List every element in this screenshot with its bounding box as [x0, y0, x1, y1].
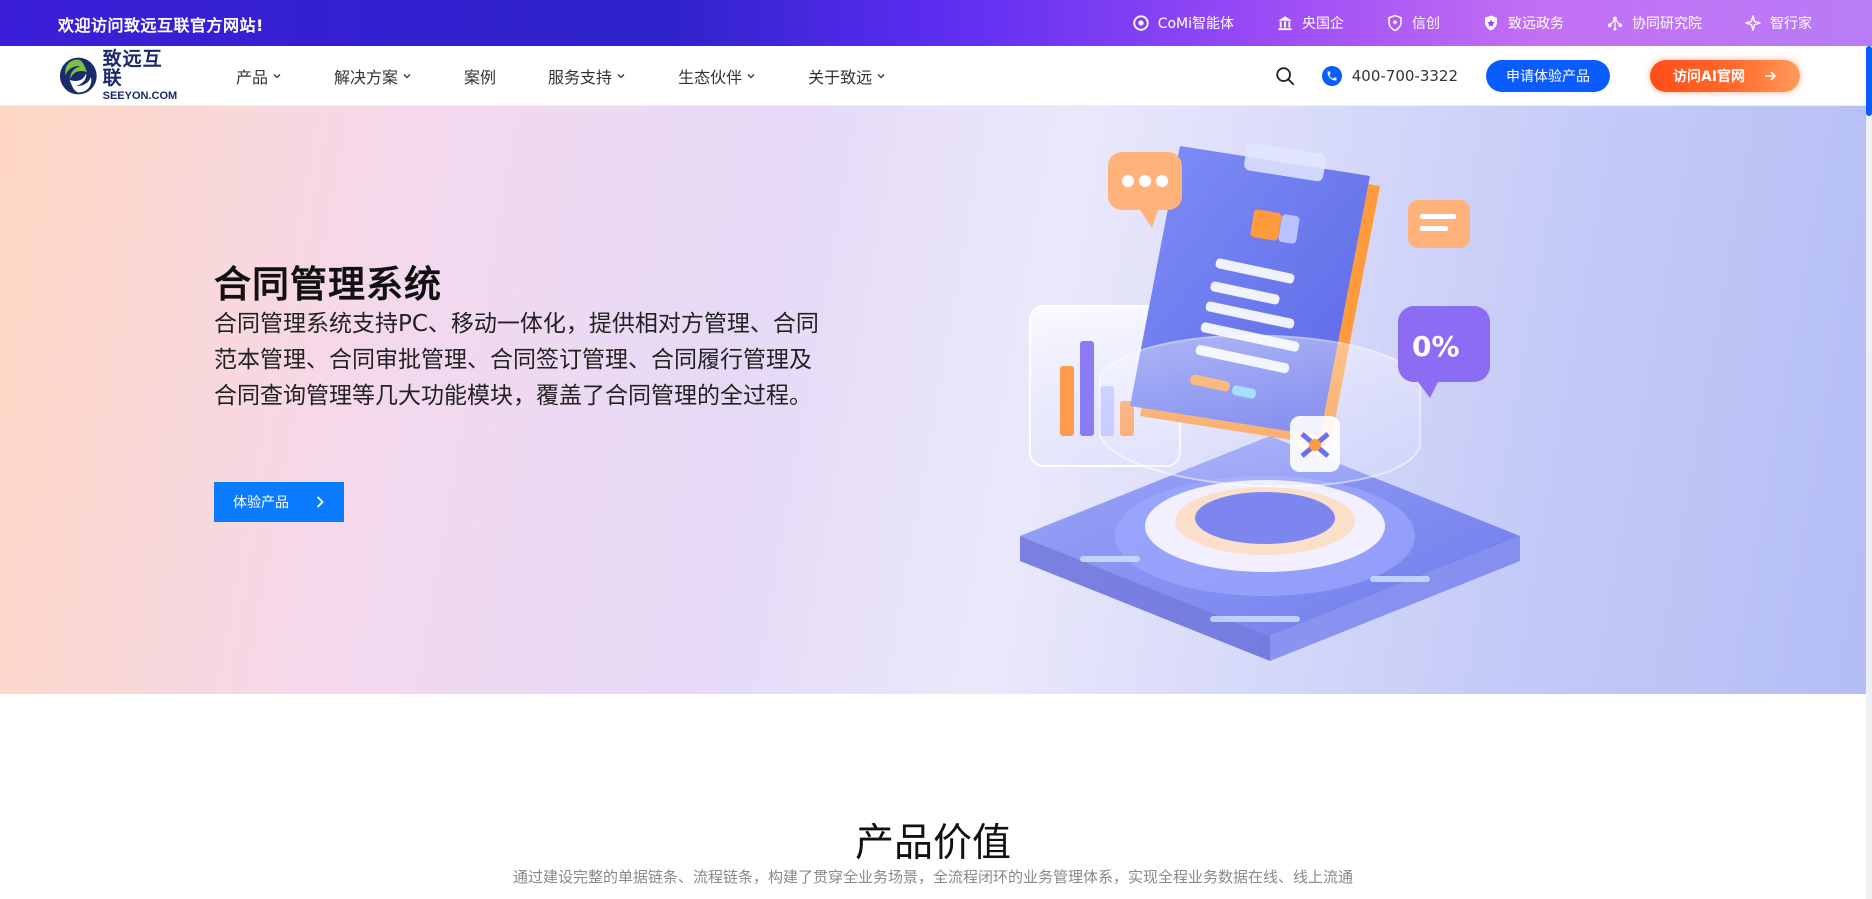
network-icon: [1607, 16, 1623, 31]
section-title: 产品价值: [854, 821, 1011, 866]
topbar-link-soe[interactable]: 央国企: [1276, 13, 1344, 33]
chevron-down-icon: [617, 74, 625, 79]
menu-item-products[interactable]: 产品: [236, 64, 282, 88]
product-value-section: 产品价值 通过建设完整的单据链条、流程链条，构建了贯穿全业务场景，全流程闭环的业…: [0, 694, 1866, 899]
topbar-link-gov[interactable]: 致远政务: [1482, 13, 1564, 33]
topbar-link-xinchuang[interactable]: 信创: [1386, 13, 1440, 33]
chevron-down-icon: [403, 74, 411, 79]
logo-name-cn: 致远互联: [102, 48, 163, 89]
comi-icon: [1133, 15, 1149, 31]
menu-item-support[interactable]: 服务支持: [548, 64, 626, 88]
menu-item-about[interactable]: 关于致远: [808, 64, 886, 88]
menu-item-label: 生态伙伴: [678, 68, 743, 87]
topbar-link-zhixingjia[interactable]: 智行家: [1744, 13, 1812, 33]
menu-item-label: 关于致远: [808, 68, 873, 87]
menu-item-label: 解决方案: [334, 68, 399, 87]
nav-actions: 400-700-3322 申请体验产品 访问AI官网: [1274, 46, 1800, 106]
page-scrollbar[interactable]: [1866, 46, 1872, 899]
logo-text: 致远互联 SEEYON.COM: [103, 50, 180, 102]
topbar-link-comi[interactable]: CoMi智能体: [1132, 13, 1234, 33]
main-navigation: 致远互联 SEEYON.COM 产品 解决方案 案例 服务支持 生态伙伴 关于致…: [0, 46, 1872, 106]
building-icon: [1278, 16, 1292, 31]
chat-bubble-orange-right: [1408, 200, 1470, 248]
site-logo[interactable]: 致远互联 SEEYON.COM: [58, 50, 180, 102]
chevron-down-icon: [747, 74, 755, 79]
top-announcement-bar: 欢迎访问致远互联官方网站! CoMi智能体 央国企 信创 致远政务 协同研究院 …: [0, 0, 1872, 46]
topbar-link-label: 信创: [1412, 16, 1440, 32]
apply-trial-button[interactable]: 申请体验产品: [1486, 60, 1610, 92]
hero-banner: 合同管理系统 合同管理系统支持PC、移动一体化，提供相对方管理、合同范本管理、合…: [0, 106, 1866, 694]
topbar-link-label: 智行家: [1770, 16, 1812, 32]
shield-icon: [1388, 14, 1402, 32]
phone-icon: [1321, 66, 1342, 86]
search-icon[interactable]: [1274, 65, 1296, 87]
topbar-link-label: 央国企: [1302, 16, 1344, 32]
try-product-label: 体验产品: [233, 495, 289, 511]
menu-item-label: 案例: [464, 68, 497, 87]
hotline[interactable]: 400-700-3322: [1321, 66, 1458, 86]
topbar-link-label: 协同研究院: [1632, 16, 1702, 32]
sparkle-icon: [1745, 15, 1761, 31]
section-subtitle: 通过建设完整的单据链条、流程链条，构建了贯穿全业务场景，全流程闭环的业务管理体系…: [512, 868, 1353, 886]
main-menu: 产品 解决方案 案例 服务支持 生态伙伴 关于致远: [236, 46, 938, 106]
menu-item-label: 产品: [236, 68, 269, 87]
topbar-link-label: 致远政务: [1508, 16, 1564, 32]
seeyon-logo-icon: [59, 57, 97, 95]
topbar-links: CoMi智能体 央国企 信创 致远政务 协同研究院 智行家: [1132, 0, 1812, 46]
topbar-link-institute[interactable]: 协同研究院: [1606, 13, 1702, 33]
menu-item-cases[interactable]: 案例: [464, 64, 496, 88]
chevron-right-icon: [316, 496, 324, 508]
arrow-right-icon: [1765, 71, 1777, 81]
badge-icon: [1485, 15, 1497, 31]
welcome-text: 欢迎访问致远互联官方网站!: [58, 16, 264, 35]
logo-name-en: SEEYON.COM: [102, 90, 178, 102]
visit-ai-label: 访问AI官网: [1672, 69, 1746, 85]
chevron-down-icon: [877, 74, 885, 79]
menu-item-solutions[interactable]: 解决方案: [334, 64, 412, 88]
topbar-link-label: CoMi智能体: [1157, 16, 1234, 32]
svg-text:0%: 0%: [1412, 330, 1460, 363]
contract-illustration: 0%: [1020, 142, 1520, 661]
hero-description: 合同管理系统支持PC、移动一体化，提供相对方管理、合同范本管理、合同审批管理、合…: [214, 311, 819, 409]
scrollbar-thumb[interactable]: [1866, 46, 1872, 116]
menu-item-label: 服务支持: [548, 68, 613, 87]
chevron-down-icon: [273, 74, 281, 79]
try-product-button[interactable]: 体验产品: [214, 482, 344, 522]
menu-item-partners[interactable]: 生态伙伴: [678, 64, 756, 88]
hero-title: 合同管理系统: [214, 263, 442, 306]
phone-number: 400-700-3322: [1351, 67, 1458, 85]
visit-ai-site-button[interactable]: 访问AI官网: [1650, 60, 1800, 92]
